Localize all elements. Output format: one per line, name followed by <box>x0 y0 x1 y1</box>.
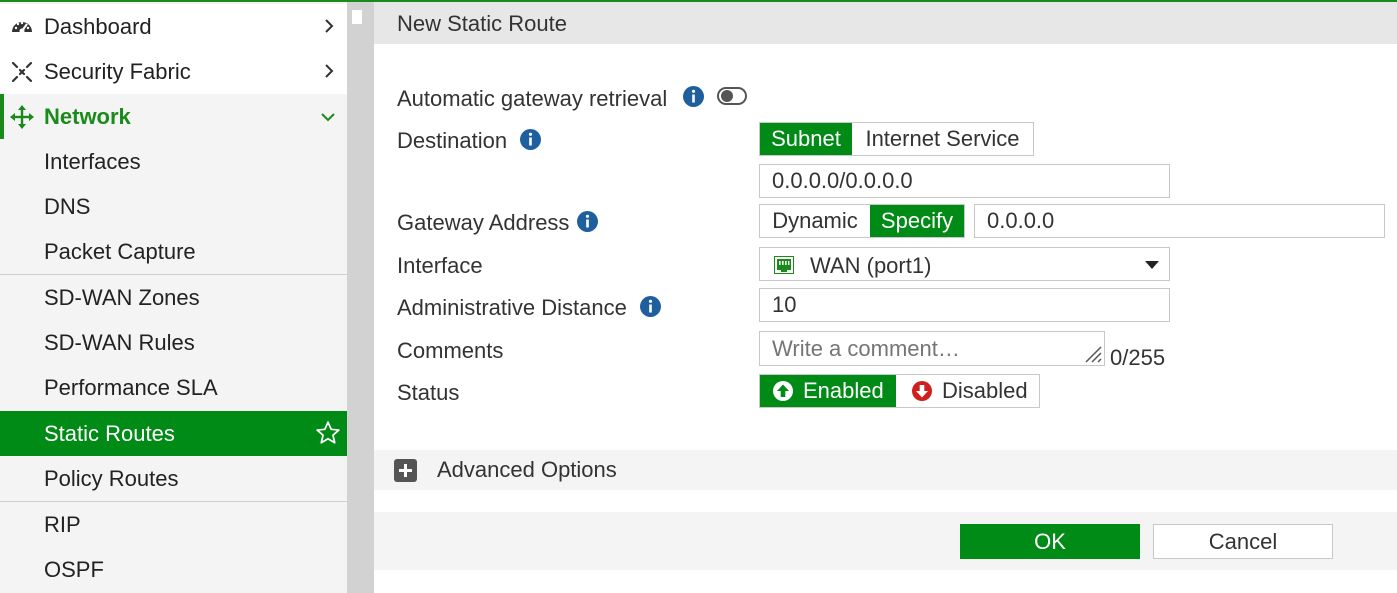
splitter-grip[interactable] <box>352 10 362 24</box>
chevron-right-icon <box>325 19 334 33</box>
interface-value: WAN (port1) <box>810 253 932 278</box>
dashboard-gauge-icon <box>12 21 32 34</box>
star-icon[interactable] <box>315 420 341 446</box>
sidebar-item-label: DNS <box>44 193 91 219</box>
toggle-knob <box>721 90 733 102</box>
gateway-address-label: Gateway Address <box>397 210 570 235</box>
status-disabled-label: Disabled <box>942 378 1028 403</box>
sidebar-item-label: Policy Routes <box>44 465 179 491</box>
cancel-button[interactable]: Cancel <box>1153 524 1333 559</box>
arrow-down-circle-icon <box>912 381 932 401</box>
sidebar-item-dashboard[interactable]: Dashboard <box>0 4 347 49</box>
sidebar-item-security-fabric[interactable]: Security Fabric <box>0 49 347 94</box>
sidebar-item-label: SD-WAN Rules <box>44 329 195 355</box>
info-icon[interactable] <box>683 86 704 107</box>
comments-label: Comments <box>397 338 504 363</box>
destination-input[interactable] <box>759 164 1170 198</box>
sidebar-item-label: Security Fabric <box>44 58 191 84</box>
destination-label: Destination <box>397 128 508 153</box>
gateway-dynamic-option[interactable]: Dynamic <box>760 205 870 237</box>
sidebar-item-performance-sla[interactable]: Performance SLA <box>0 365 347 410</box>
destination-subnet-option[interactable]: Subnet <box>760 123 852 155</box>
page-header: New Static Route <box>374 2 1397 44</box>
security-fabric-icon <box>11 61 33 83</box>
info-icon[interactable] <box>640 296 661 317</box>
gateway-address-input[interactable] <box>974 204 1385 238</box>
sidebar-item-static-routes[interactable]: Static Routes <box>0 411 347 456</box>
sidebar: Dashboard Security Fabric Network Interf… <box>0 0 347 593</box>
advanced-options-label: Advanced Options <box>437 457 617 482</box>
gateway-type-toggle: Dynamic Specify <box>759 204 965 238</box>
sidebar-item-label: Static Routes <box>44 420 175 446</box>
form-footer: OK Cancel <box>374 512 1397 570</box>
sidebar-item-label: RIP <box>44 511 81 537</box>
sidebar-item-packet-capture[interactable]: Packet Capture <box>0 229 347 274</box>
comments-textarea[interactable] <box>759 331 1105 366</box>
arrow-up-circle-icon <box>773 381 793 401</box>
sidebar-item-network[interactable]: Network <box>0 94 347 139</box>
info-icon[interactable] <box>520 129 541 150</box>
caret-down-icon <box>1145 261 1159 269</box>
gateway-specify-option[interactable]: Specify <box>870 205 964 237</box>
network-arrows-icon <box>10 105 34 129</box>
resize-grip-icon[interactable] <box>1080 341 1102 363</box>
sidebar-item-interfaces[interactable]: Interfaces <box>0 139 347 184</box>
sidebar-item-label: Network <box>44 103 131 129</box>
sidebar-item-label: OSPF <box>44 556 104 582</box>
admin-distance-label: Administrative Distance <box>397 295 627 320</box>
sidebar-item-label: Interfaces <box>44 148 141 174</box>
sidebar-item-rip[interactable]: RIP <box>0 502 347 547</box>
sidebar-item-policy-routes[interactable]: Policy Routes <box>0 456 347 501</box>
admin-distance-input[interactable] <box>759 288 1170 322</box>
sidebar-item-dns[interactable]: DNS <box>0 184 347 229</box>
auto-gateway-label: Automatic gateway retrieval <box>397 86 668 111</box>
advanced-options-section[interactable]: Advanced Options <box>374 450 1397 490</box>
status-disabled-option[interactable]: Disabled <box>896 375 1039 407</box>
ethernet-port-icon <box>774 256 794 274</box>
sidebar-item-sd-wan-rules[interactable]: SD-WAN Rules <box>0 320 347 365</box>
expand-plus-icon[interactable] <box>394 459 417 482</box>
chevron-down-icon <box>321 113 335 122</box>
sidebar-splitter[interactable] <box>347 0 374 593</box>
status-label: Status <box>397 380 460 405</box>
sidebar-item-label: Performance SLA <box>44 374 218 400</box>
interface-label: Interface <box>397 253 483 278</box>
status-enabled-option[interactable]: Enabled <box>760 375 896 407</box>
sidebar-item-sd-wan-zones[interactable]: SD-WAN Zones <box>0 275 347 320</box>
interface-select[interactable]: WAN (port1) <box>759 247 1170 281</box>
comments-counter: 0/255 <box>1110 345 1166 370</box>
status-toggle: Enabled Disabled <box>759 374 1040 408</box>
sidebar-item-ospf[interactable]: OSPF <box>0 547 347 592</box>
destination-internet-service-option[interactable]: Internet Service <box>852 123 1033 155</box>
destination-type-toggle: Subnet Internet Service <box>759 122 1034 156</box>
info-icon[interactable] <box>577 211 598 232</box>
auto-gateway-toggle[interactable] <box>717 87 747 105</box>
sidebar-item-label: SD-WAN Zones <box>44 284 200 310</box>
main-panel: New Static Route Automatic gateway retri… <box>374 0 1397 593</box>
status-enabled-label: Enabled <box>803 378 884 403</box>
sidebar-item-label: Packet Capture <box>44 238 196 264</box>
page-title: New Static Route <box>397 11 567 36</box>
sidebar-item-label: Dashboard <box>44 13 152 39</box>
ok-button[interactable]: OK <box>960 524 1140 559</box>
chevron-right-icon <box>325 64 334 78</box>
